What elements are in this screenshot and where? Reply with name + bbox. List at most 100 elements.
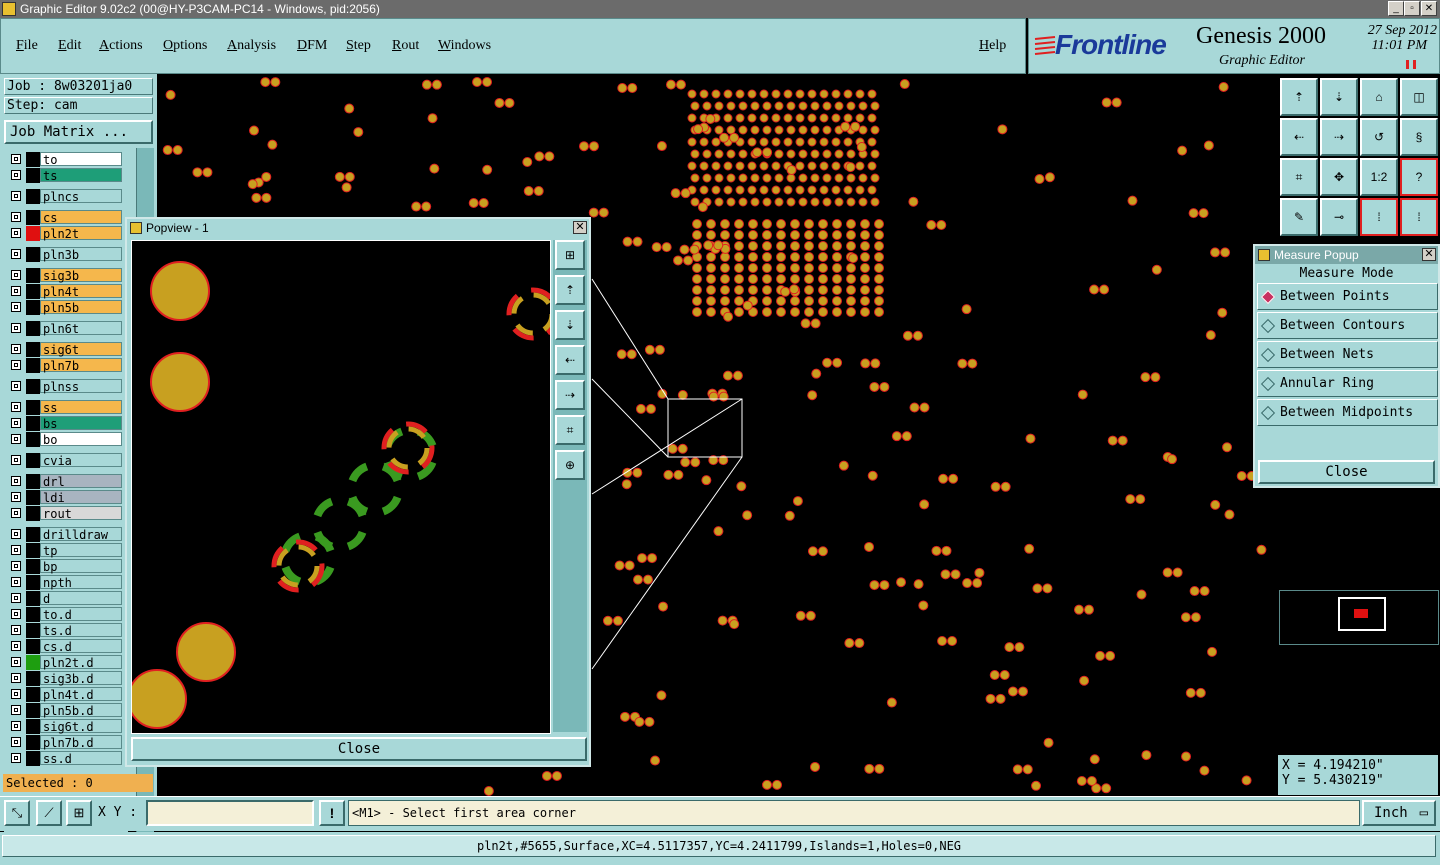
layer-checkbox[interactable]: [11, 402, 21, 412]
layer-row[interactable]: ts.d: [4, 623, 128, 638]
popview-titlebar[interactable]: Popview - 1 ✕: [127, 219, 589, 237]
layer-checkbox[interactable]: [11, 508, 21, 518]
board-overview[interactable]: [1279, 590, 1439, 645]
menu-options[interactable]: Options: [163, 38, 207, 54]
layer-row[interactable]: cvia: [4, 453, 128, 468]
palette-icon[interactable]: ✎: [1280, 198, 1318, 236]
layer-checkbox[interactable]: [11, 529, 21, 539]
layer-name[interactable]: sig3b: [40, 268, 122, 283]
layer-name[interactable]: ts: [40, 168, 122, 183]
pan-right-tool-icon[interactable]: ⇢: [1320, 118, 1358, 156]
redraw-icon[interactable]: ↺: [1360, 118, 1398, 156]
home-icon[interactable]: ⌂: [1360, 78, 1398, 116]
center-icon[interactable]: ✥: [1320, 158, 1358, 196]
layer-row[interactable]: ts: [4, 168, 128, 183]
layer-name[interactable]: npth: [40, 575, 122, 590]
layer-name[interactable]: ss: [40, 400, 122, 415]
traffic-light-icon[interactable]: ⁞: [1360, 198, 1398, 236]
layer-checkbox[interactable]: [11, 191, 21, 201]
layer-name[interactable]: pln7b: [40, 358, 122, 373]
layer-row[interactable]: pln5b.d: [4, 703, 128, 718]
measure-close-icon[interactable]: ✕: [1422, 248, 1436, 261]
layer-row[interactable]: to: [4, 152, 128, 167]
maximize-button[interactable]: ▫: [1404, 1, 1420, 16]
pan-down-icon[interactable]: ⇣: [555, 310, 585, 340]
zoom-up-icon[interactable]: ⇡: [1280, 78, 1318, 116]
layer-name[interactable]: tp: [40, 543, 122, 558]
mode-between-nets[interactable]: Between Nets: [1257, 341, 1438, 368]
layer-checkbox[interactable]: [11, 286, 21, 296]
snake-icon[interactable]: §: [1400, 118, 1438, 156]
layer-checkbox[interactable]: [11, 344, 21, 354]
layer-checkbox[interactable]: [11, 561, 21, 571]
pan-up-icon[interactable]: ⇡: [555, 275, 585, 305]
measure-close-button[interactable]: Close: [1258, 460, 1435, 484]
layer-row[interactable]: pln2t: [4, 226, 128, 241]
popview-close-icon[interactable]: ✕: [573, 221, 587, 234]
layer-row[interactable]: pln5b: [4, 300, 128, 315]
layer-row[interactable]: cs.d: [4, 639, 128, 654]
layer-row[interactable]: tp: [4, 543, 128, 558]
layer-checkbox[interactable]: [11, 673, 21, 683]
layer-name[interactable]: cs.d: [40, 639, 122, 654]
close-window-button[interactable]: ✕: [1421, 1, 1437, 16]
layer-row[interactable]: bo: [4, 432, 128, 447]
layer-name[interactable]: sig6t: [40, 342, 122, 357]
menu-help[interactable]: Help: [979, 38, 1006, 54]
layer-row[interactable]: plncs: [4, 189, 128, 204]
measure-titlebar[interactable]: Measure Popup ✕: [1255, 246, 1438, 264]
mode-between-midpoints[interactable]: Between Midpoints: [1257, 399, 1438, 426]
layer-name[interactable]: bp: [40, 559, 122, 574]
layer-checkbox[interactable]: [11, 593, 21, 603]
menu-dfm[interactable]: DFM: [297, 38, 327, 54]
layer-row[interactable]: ss: [4, 400, 128, 415]
layer-row[interactable]: plnss: [4, 379, 128, 394]
layer-checkbox[interactable]: [11, 545, 21, 555]
layer-name[interactable]: bo: [40, 432, 122, 447]
layer-row[interactable]: npth: [4, 575, 128, 590]
layer-name[interactable]: drl: [40, 474, 122, 489]
layer-name[interactable]: pln5b.d: [40, 703, 122, 718]
layer-row[interactable]: pln2t.d: [4, 655, 128, 670]
layer-name[interactable]: ss.d: [40, 751, 122, 766]
layer-checkbox[interactable]: [11, 721, 21, 731]
snap-off-icon[interactable]: ⟋: [36, 800, 62, 826]
minimize-button[interactable]: _: [1388, 1, 1404, 16]
layer-row[interactable]: cs: [4, 210, 128, 225]
layer-checkbox[interactable]: [11, 212, 21, 222]
layer-checkbox[interactable]: [11, 705, 21, 715]
layer-name[interactable]: to.d: [40, 607, 122, 622]
fit-screen-icon[interactable]: ⌗: [1280, 158, 1318, 196]
mode-annular-ring[interactable]: Annular Ring: [1257, 370, 1438, 397]
zoom-in-icon[interactable]: ⊞: [555, 240, 585, 270]
menu-rout[interactable]: Rout: [392, 38, 419, 54]
layer-checkbox[interactable]: [11, 476, 21, 486]
layer-checkbox[interactable]: [11, 737, 21, 747]
units-select[interactable]: Inch ▭: [1362, 800, 1436, 826]
layer-name[interactable]: plncs: [40, 189, 122, 204]
layer-row[interactable]: bs: [4, 416, 128, 431]
layer-checkbox[interactable]: [11, 577, 21, 587]
layer-checkbox[interactable]: [11, 434, 21, 444]
layer-checkbox[interactable]: [11, 418, 21, 428]
layer-name[interactable]: bs: [40, 416, 122, 431]
layer-checkbox[interactable]: [11, 381, 21, 391]
layer-name[interactable]: pln7b.d: [40, 735, 122, 750]
layer-checkbox[interactable]: [11, 609, 21, 619]
layer-name[interactable]: plnss: [40, 379, 122, 394]
menu-step[interactable]: Step: [346, 38, 371, 54]
traffic-light-alt-icon[interactable]: ⁞: [1400, 198, 1438, 236]
layer-checkbox[interactable]: [11, 170, 21, 180]
layer-checkbox[interactable]: [11, 302, 21, 312]
layer-name[interactable]: sig6t.d: [40, 719, 122, 734]
menu-analysis[interactable]: Analysis: [227, 38, 276, 54]
help-query-icon[interactable]: ?: [1400, 158, 1438, 196]
scale-one-to-two-icon[interactable]: 1:2: [1360, 158, 1398, 196]
job-matrix-button[interactable]: Job Matrix ...: [4, 120, 153, 144]
pan-right-icon[interactable]: ⇢: [555, 380, 585, 410]
menu-edit[interactable]: Edit: [58, 38, 81, 54]
measure-tool-icon[interactable]: ⊸: [1320, 198, 1358, 236]
popview-canvas[interactable]: [131, 240, 551, 734]
layer-name[interactable]: pln4t.d: [40, 687, 122, 702]
zoom-home-icon[interactable]: ⊕: [555, 450, 585, 480]
